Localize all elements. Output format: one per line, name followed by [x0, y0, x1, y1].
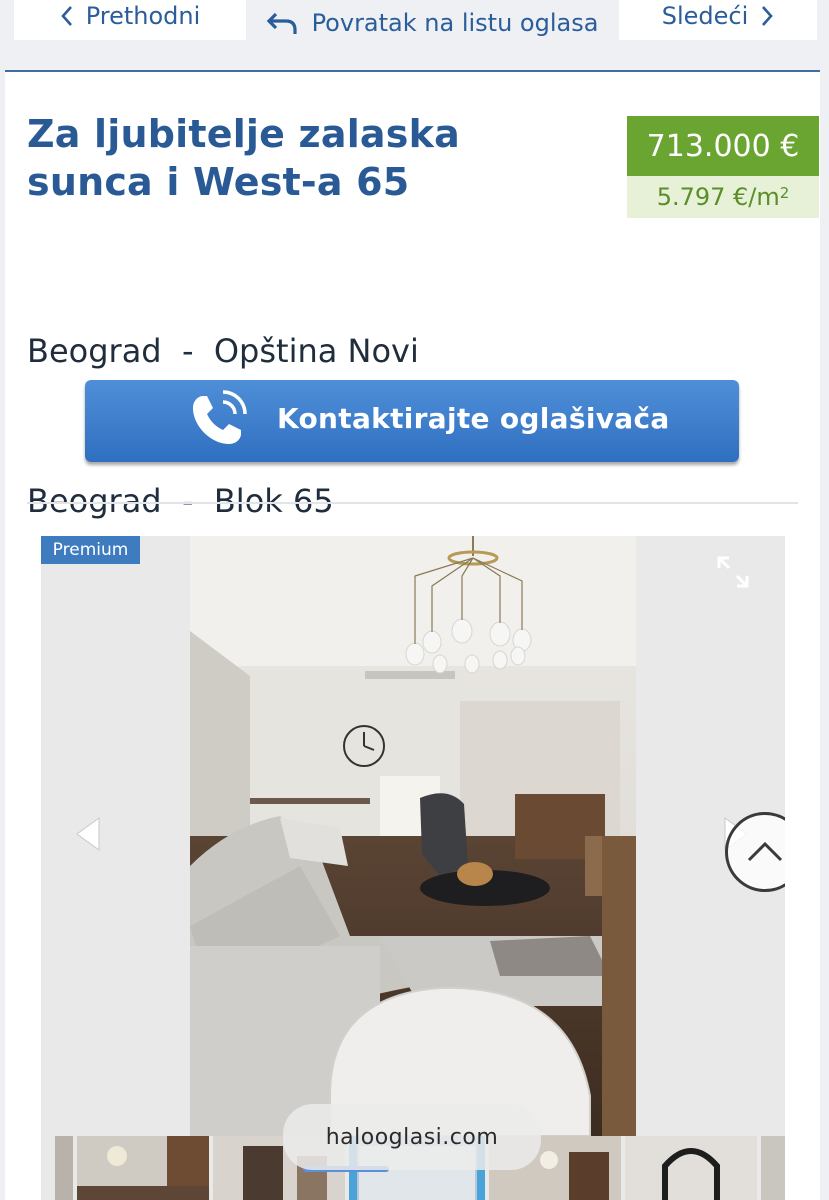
main-photo[interactable]	[190, 536, 636, 1136]
location-line-2: Beograd - Blok 65	[27, 482, 334, 520]
thumbnail[interactable]	[77, 1136, 209, 1200]
thumbnail[interactable]	[55, 1136, 73, 1200]
price: 713.000 €	[627, 116, 819, 176]
premium-badge: Premium	[41, 536, 140, 564]
next-button[interactable]: Sledeći	[619, 0, 817, 40]
chevron-up-icon	[747, 841, 783, 862]
back-to-list-label: Povratak na listu oglasa	[311, 9, 599, 37]
living-room-photo	[190, 536, 636, 1136]
price-box: 713.000 € 5.797 €/m 2	[627, 116, 819, 218]
contact-advertiser-label: Kontaktirajte oglašivača	[277, 402, 670, 435]
title-line-1: Za ljubitelje zalaska	[27, 112, 460, 156]
previous-button[interactable]: Prethodni	[14, 0, 246, 40]
previous-label: Prethodni	[85, 2, 201, 30]
chevron-left-icon	[60, 6, 72, 26]
phone-icon	[193, 390, 247, 444]
next-label: Sledeći	[661, 2, 749, 30]
photo-gallery[interactable]: Premium	[41, 536, 785, 1200]
price-per-sqm: 5.797 €/m 2	[627, 176, 819, 218]
chevron-right-icon	[762, 6, 774, 26]
title-line-2: sunca i West-a 65	[27, 160, 410, 204]
return-arrow-icon	[266, 12, 297, 34]
sqm-superscript: 2	[779, 184, 790, 202]
site-watermark: halooglasi.com	[283, 1104, 541, 1170]
thumbnail[interactable]	[761, 1136, 785, 1200]
thumbnail[interactable]	[625, 1136, 757, 1200]
arrow-left-icon[interactable]	[73, 814, 103, 854]
divider	[27, 502, 798, 504]
contact-advertiser-button[interactable]: Kontaktirajte oglašivača	[85, 380, 739, 462]
back-to-list-button[interactable]: Povratak na listu oglasa	[248, 0, 616, 46]
expand-icon[interactable]	[715, 554, 751, 590]
location-line-1: Beograd - Opština Novi	[27, 332, 419, 370]
listing-title: Za ljubitelje zalaska sunca i West-a 65	[27, 110, 587, 206]
listing-card: Za ljubitelje zalaska sunca i West-a 65 …	[5, 70, 820, 1200]
price-per-sqm-value: 5.797 €/m	[656, 183, 780, 211]
